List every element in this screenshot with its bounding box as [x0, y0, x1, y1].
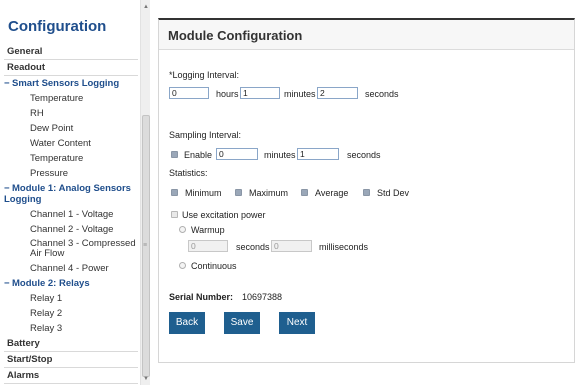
sidebar-scrollbar[interactable]: ▲ ≡ ▼: [140, 0, 150, 385]
minutes-label: minutes: [264, 150, 296, 160]
seconds-label: seconds: [365, 89, 399, 99]
serial-number-value: 10697388: [242, 292, 283, 302]
sidebar-item-temperature[interactable]: Temperature: [4, 91, 138, 106]
sidebar-item-battery[interactable]: Battery: [4, 336, 138, 352]
seconds-label: seconds: [347, 150, 381, 160]
seconds-label: seconds: [236, 242, 270, 252]
minutes-label: minutes: [284, 89, 316, 99]
hours-label: hours: [216, 89, 239, 99]
enable-label: Enable: [184, 150, 213, 160]
panel-header: Module Configuration: [159, 20, 574, 50]
sidebar-item-pressure[interactable]: Pressure: [4, 166, 138, 181]
sidebar-item-start-stop[interactable]: Start/Stop: [4, 352, 138, 368]
warmup-label: Warmup: [191, 225, 225, 235]
sidebar-group-module-2[interactable]: − Module 2: Relays: [4, 276, 138, 291]
back-button[interactable]: Back: [169, 312, 205, 334]
maximum-label: Maximum: [249, 188, 289, 198]
sidebar-item-rh[interactable]: RH: [4, 106, 138, 121]
logging-hours-input[interactable]: 0: [169, 87, 209, 99]
continuous-label: Continuous: [191, 261, 237, 271]
sampling-enable-checkbox[interactable]: [171, 151, 178, 158]
excitation-power-checkbox[interactable]: [171, 211, 178, 218]
warmup-seconds-input[interactable]: 0: [188, 240, 228, 252]
sidebar-item-channel-3[interactable]: Channel 3 - Compressed Air Flow: [4, 237, 138, 261]
sidebar-item-relay-1[interactable]: Relay 1: [4, 291, 138, 306]
sidebar-item-water-content[interactable]: Water Content: [4, 136, 138, 151]
save-button[interactable]: Save: [224, 312, 260, 334]
warmup-radio[interactable]: [179, 226, 186, 233]
continuous-radio[interactable]: [179, 262, 186, 269]
logging-seconds-input[interactable]: 2: [317, 87, 358, 99]
maximum-checkbox[interactable]: [235, 189, 242, 196]
logging-minutes-input[interactable]: 1: [240, 87, 280, 99]
sampling-interval-label: Sampling Interval:: [169, 130, 242, 140]
std-dev-checkbox[interactable]: [363, 189, 370, 196]
std-dev-label: Std Dev: [377, 188, 410, 198]
milliseconds-label: milliseconds: [319, 242, 369, 252]
minimum-label: Minimum: [185, 188, 222, 198]
sidebar-item-relay-3[interactable]: Relay 3: [4, 321, 138, 336]
scroll-down-icon[interactable]: ▼: [143, 376, 149, 382]
next-button[interactable]: Next: [279, 312, 315, 334]
collapse-icon[interactable]: −: [4, 278, 12, 289]
sidebar-group-module-1[interactable]: − Module 1: Analog Sensors Logging: [4, 181, 138, 207]
sidebar-title: Configuration: [8, 18, 107, 35]
sidebar: Configuration General Readout − Smart Sen…: [0, 0, 140, 385]
sidebar-group-label: Smart Sensors Logging: [12, 78, 120, 89]
grip-icon: ≡: [143, 242, 148, 249]
scroll-up-icon[interactable]: ▲: [143, 4, 149, 10]
sidebar-item-dew-point[interactable]: Dew Point: [4, 121, 138, 136]
minimum-checkbox[interactable]: [171, 189, 178, 196]
sidebar-item-temperature-2[interactable]: Temperature: [4, 151, 138, 166]
sidebar-item-general[interactable]: General: [4, 44, 138, 60]
sidebar-nav: General Readout − Smart Sensors Logging T…: [4, 44, 138, 384]
sidebar-item-channel-1[interactable]: Channel 1 - Voltage: [4, 207, 138, 222]
average-checkbox[interactable]: [301, 189, 308, 196]
serial-number-label: Serial Number:: [169, 292, 234, 302]
collapse-icon[interactable]: −: [4, 78, 12, 89]
sidebar-item-alarms[interactable]: Alarms: [4, 368, 138, 384]
warmup-milliseconds-input[interactable]: 0: [271, 240, 312, 252]
sidebar-group-label: Module 1: Analog Sensors Logging: [4, 183, 131, 205]
average-label: Average: [315, 188, 349, 198]
sidebar-group-label: Module 2: Relays: [12, 278, 90, 289]
sidebar-item-relay-2[interactable]: Relay 2: [4, 306, 138, 321]
excitation-power-label: Use excitation power: [182, 210, 266, 220]
sidebar-item-channel-2[interactable]: Channel 2 - Voltage: [4, 222, 138, 237]
logging-interval-label: *Logging Interval:: [169, 70, 240, 80]
sampling-seconds-input[interactable]: 1: [297, 148, 339, 160]
sidebar-item-readout[interactable]: Readout: [4, 60, 138, 76]
statistics-label: Statistics:: [169, 168, 208, 178]
module-configuration-panel: Module Configuration *Logging Interval: …: [158, 18, 575, 363]
sidebar-group-smart-sensors-logging[interactable]: − Smart Sensors Logging: [4, 76, 138, 91]
sampling-minutes-input[interactable]: 0: [216, 148, 258, 160]
collapse-icon[interactable]: −: [4, 183, 12, 194]
page-title: Module Configuration: [168, 28, 303, 43]
sidebar-item-channel-4[interactable]: Channel 4 - Power: [4, 261, 138, 276]
